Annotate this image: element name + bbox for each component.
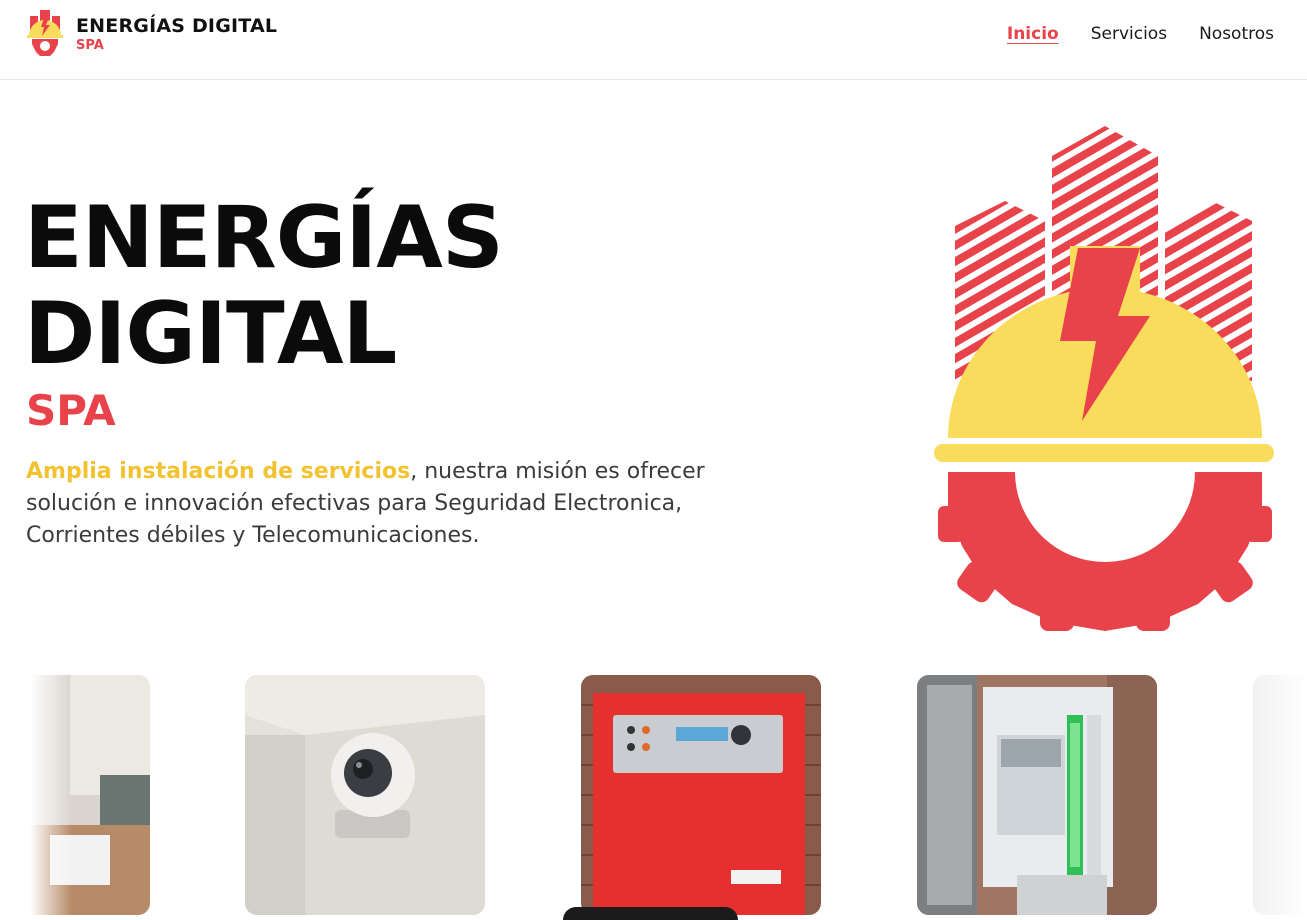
hero-title-line-2: DIGITAL bbox=[24, 284, 397, 384]
hero-highlight: Amplia instalación de servicios bbox=[26, 459, 411, 484]
hero-title: ENERGÍAS DIGITAL bbox=[24, 188, 504, 384]
brand[interactable]: ENERGÍAS DIGITAL SPA bbox=[26, 6, 277, 62]
main-nav: Inicio Servicios Nosotros bbox=[1007, 24, 1274, 44]
gallery-image-power-supply[interactable] bbox=[917, 675, 1157, 915]
image-gallery bbox=[0, 675, 1307, 920]
hero-subtitle: SPA bbox=[26, 386, 116, 435]
hero-title-line-1: ENERGÍAS bbox=[24, 188, 504, 288]
gallery-image-partial-left[interactable] bbox=[30, 675, 150, 915]
floating-pill[interactable] bbox=[563, 907, 738, 920]
brand-logo-icon bbox=[27, 10, 63, 56]
hero-description: Amplia instalación de servicios, nuestra… bbox=[26, 456, 706, 552]
nav-item-inicio[interactable]: Inicio bbox=[1007, 24, 1059, 44]
gallery-image-partial-right[interactable] bbox=[1253, 675, 1307, 915]
nav-item-servicios[interactable]: Servicios bbox=[1091, 24, 1167, 44]
gallery-image-fire-alarm-panel[interactable] bbox=[581, 675, 821, 915]
nav-item-nosotros[interactable]: Nosotros bbox=[1199, 24, 1274, 44]
hero-logo-icon bbox=[934, 126, 1274, 631]
brand-name: ENERGÍAS DIGITAL bbox=[76, 14, 278, 37]
gallery-image-security-camera[interactable] bbox=[245, 675, 485, 915]
brand-suffix: SPA bbox=[76, 37, 104, 53]
site-header: ENERGÍAS DIGITAL SPA Inicio Servicios No… bbox=[0, 0, 1307, 80]
